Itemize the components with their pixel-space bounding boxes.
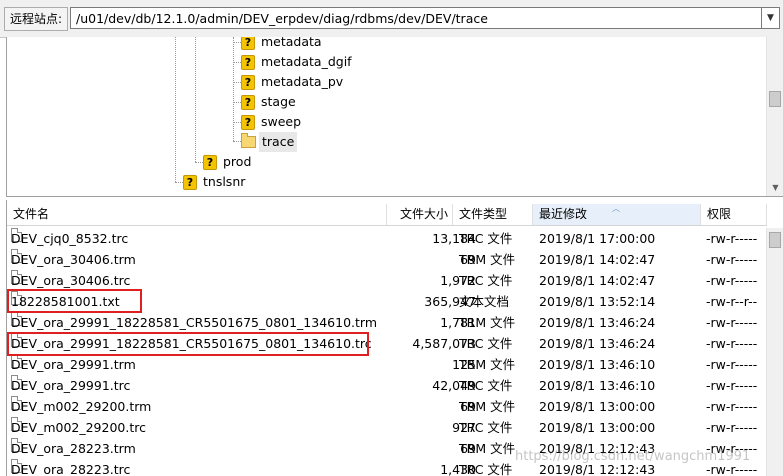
- column-header-name[interactable]: 文件名: [7, 204, 387, 225]
- highlight-box-trc: [7, 332, 369, 356]
- remote-file-list[interactable]: 文件名 文件大小 文件类型 最近修改 ︿ 权限 DEV_cjq0_8532.tr…: [6, 200, 783, 476]
- file-row[interactable]: DEV_cjq0_8532.trc 13,184 TRC 文件 2019/8/1…: [7, 228, 767, 249]
- remote-site-label: 远程站点:: [4, 7, 68, 31]
- tree-node-trace[interactable]: trace: [241, 132, 298, 152]
- file-row[interactable]: DEV_ora_30406.trc 1,972 TRC 文件 2019/8/1 …: [7, 270, 767, 291]
- tree-scrollbar-thumb[interactable]: [769, 91, 781, 107]
- tree-node-sweep[interactable]: ? sweep: [241, 112, 301, 132]
- tree-node-prod[interactable]: ? prod: [203, 152, 251, 172]
- unknown-folder-icon: ?: [241, 74, 255, 90]
- unknown-folder-icon: ?: [241, 114, 255, 130]
- column-header-perms[interactable]: 权限: [701, 204, 767, 225]
- folder-icon: [241, 133, 256, 148]
- tree-node-metadata-pv[interactable]: ? metadata_pv: [241, 72, 343, 92]
- file-list-header: 文件名 文件大小 文件类型 最近修改 ︿ 权限: [7, 204, 767, 226]
- scroll-down-icon[interactable]: ▼: [767, 179, 783, 196]
- tree-node-tnslsnr[interactable]: ? tnslsnr: [183, 172, 245, 192]
- sort-arrow-icon: ︿: [612, 204, 620, 213]
- highlight-box-txt: [7, 289, 142, 313]
- file-row[interactable]: DEV_ora_29991.trm 125 TRM 文件 2019/8/1 13…: [7, 354, 767, 375]
- unknown-folder-icon: ?: [241, 94, 255, 110]
- file-row[interactable]: DEV_ora_30406.trm 69 TRM 文件 2019/8/1 14:…: [7, 249, 767, 270]
- unknown-folder-icon: ?: [241, 37, 255, 50]
- watermark: https://blog.csdn.net/wangchm1991: [515, 449, 751, 464]
- tree-node-metadata[interactable]: ? metadata: [241, 37, 322, 52]
- remote-site-bar: 远程站点: ▼: [0, 0, 783, 38]
- tree-scrollbar[interactable]: ▼: [766, 37, 783, 196]
- tree-node-metadata-dgif[interactable]: ? metadata_dgif: [241, 52, 352, 72]
- file-row[interactable]: DEV_ora_29991_18228581_CR5501675_0801_13…: [7, 312, 767, 333]
- file-row[interactable]: DEV_m002_29200.trm 69 TRM 文件 2019/8/1 13…: [7, 396, 767, 417]
- column-header-type[interactable]: 文件类型: [453, 204, 533, 225]
- remote-directory-tree[interactable]: ? metadata ? metadata_dgif ? metadata_pv…: [6, 37, 783, 197]
- unknown-folder-icon: ?: [203, 154, 217, 170]
- column-header-size[interactable]: 文件大小: [387, 204, 453, 225]
- chevron-down-icon[interactable]: ▼: [762, 7, 780, 29]
- remote-path-input[interactable]: [70, 7, 762, 29]
- file-list-scrollbar[interactable]: [766, 228, 783, 476]
- file-row[interactable]: DEV_ora_29991.trc 42,049 TRC 文件 2019/8/1…: [7, 375, 767, 396]
- file-row[interactable]: DEV_m002_29200.trc 927 TRC 文件 2019/8/1 1…: [7, 417, 767, 438]
- tree-node-stage[interactable]: ? stage: [241, 92, 296, 112]
- unknown-folder-icon: ?: [241, 54, 255, 70]
- file-list-scrollbar-thumb[interactable]: [769, 232, 781, 248]
- unknown-folder-icon: ?: [183, 174, 197, 190]
